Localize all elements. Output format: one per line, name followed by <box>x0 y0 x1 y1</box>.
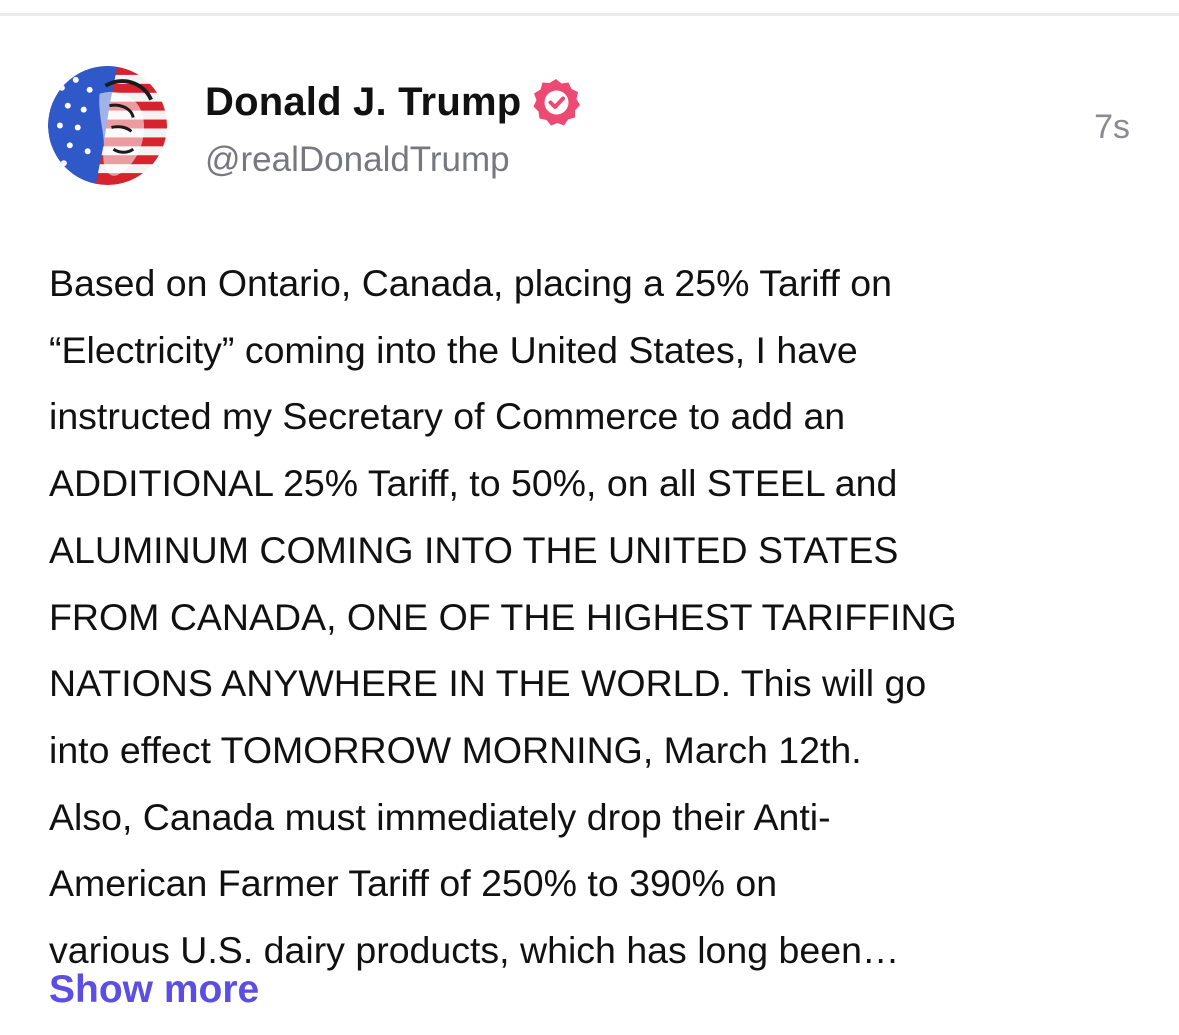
post-body-line: into effect TOMORROW MORNING, March 12th… <box>49 728 862 771</box>
post-timestamp[interactable]: 7s <box>1094 108 1130 147</box>
post-body-line: Also, Canada must immediately drop their… <box>49 795 831 838</box>
author-handle[interactable]: @realDonaldTrump <box>205 140 510 180</box>
verified-badge-icon <box>531 77 581 127</box>
author-name-row: Donald J. Trump <box>205 76 581 128</box>
post-body-text: Based on Ontario, Canada, placing a 25% … <box>49 250 1139 984</box>
post-card: Donald J. Trump @realDonaldTrump 7s Base… <box>0 16 1179 1035</box>
post-body-line: NATIONS ANYWHERE IN THE WORLD. This will… <box>49 662 927 705</box>
post-body-line: instructed my Secretary of Commerce to a… <box>49 395 846 438</box>
author-avatar[interactable] <box>48 66 167 185</box>
avatar-flag-portrait-icon <box>48 66 167 185</box>
post-body-line: ADDITIONAL 25% Tariff, to 50%, on all ST… <box>49 462 898 505</box>
post-body-line: Based on Ontario, Canada, placing a 25% … <box>49 262 892 304</box>
post-body-line: “Electricity” coming into the United Sta… <box>49 328 858 371</box>
post-body-line: American Farmer Tariff of 250% to 390% o… <box>49 862 778 905</box>
author-display-name[interactable]: Donald J. Trump <box>205 80 521 125</box>
post-body-line: ALUMINUM COMING INTO THE UNITED STATES <box>49 528 899 571</box>
post-body-line: FROM CANADA, ONE OF THE HIGHEST TARIFFIN… <box>49 595 957 638</box>
show-more-link[interactable]: Show more <box>49 968 259 1012</box>
